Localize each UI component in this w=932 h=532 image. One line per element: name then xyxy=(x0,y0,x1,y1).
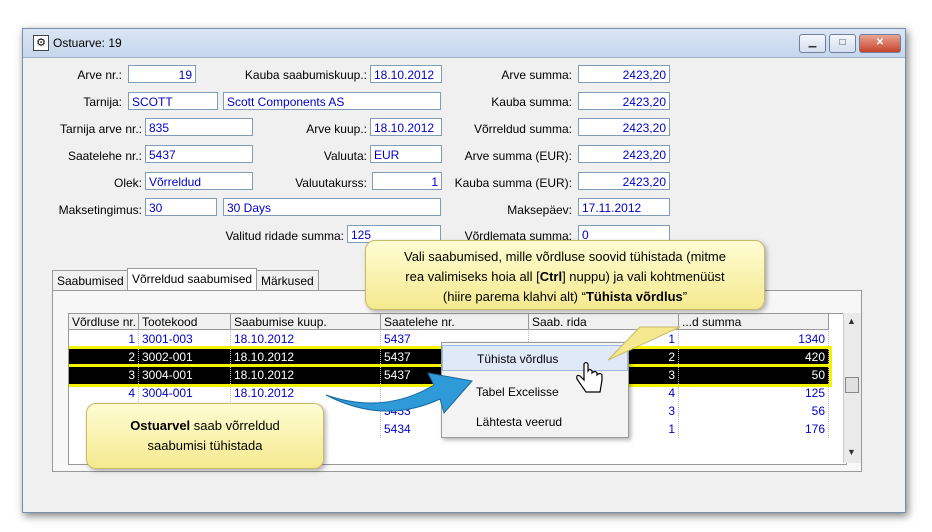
table-cell-summa: 56 xyxy=(679,403,829,420)
gear-icon: ⚙ xyxy=(33,35,49,51)
vorreldud-summa-label: Võrreldud summa: xyxy=(473,122,572,136)
hand-cursor-icon xyxy=(576,362,603,393)
tarnija-name-field[interactable]: Scott Components AS xyxy=(223,92,441,110)
kauba-saab-field[interactable]: 18.10.2012 xyxy=(370,65,442,83)
scroll-down-icon[interactable]: ▼ xyxy=(847,447,856,457)
tab-saabumised[interactable]: Saabumised xyxy=(52,270,129,291)
arve-summa-label: Arve summa: xyxy=(501,68,572,82)
column-header-saabumise-kuup[interactable]: Saabumise kuup. xyxy=(231,314,381,330)
saatelehe-field[interactable]: 5437 xyxy=(145,145,253,163)
info-callout: Ostuarvel saab võrreldud saabumisi tühis… xyxy=(86,403,324,469)
callout-text: ” xyxy=(682,289,688,304)
table-cell-kood: 3004-001 xyxy=(139,367,231,384)
olek-field[interactable]: Võrreldud xyxy=(145,172,253,190)
callout-line-1: Vali saabumised, mille võrdluse soovid t… xyxy=(403,249,726,264)
olek-label: Olek: xyxy=(113,176,142,190)
blue-arrow-icon xyxy=(325,372,473,415)
maksepaev-field[interactable]: 17.11.2012 xyxy=(578,198,670,216)
table-cell-kood: 3001-003 xyxy=(139,331,231,348)
kauba-summa-eur-label: Kauba summa (EUR): xyxy=(454,176,572,190)
valuutakurss-field[interactable]: 1 xyxy=(372,172,442,190)
maksetingimus-name-field[interactable]: 30 Days xyxy=(223,198,441,216)
table-cell-summa: 50 xyxy=(679,367,829,384)
minimize-button[interactable]: ▁ xyxy=(799,34,826,53)
table-cell-nr: 3 xyxy=(69,367,139,384)
tarnija-code-field[interactable]: SCOTT xyxy=(128,92,218,110)
maksepaev-label: Maksepäev: xyxy=(507,203,572,217)
info-callout-text: saab võrreldud xyxy=(190,418,280,433)
scroll-thumb[interactable] xyxy=(845,377,859,393)
table-cell-summa: 176 xyxy=(679,421,829,438)
column-header-saatelehe-nr[interactable]: Saatelehe nr. xyxy=(381,314,529,330)
maximize-button[interactable]: □ xyxy=(829,34,856,53)
tarnija-arve-label: Tarnija arve nr.: xyxy=(59,122,142,136)
arve-kuup-field[interactable]: 18.10.2012 xyxy=(370,118,442,136)
info-callout-bold: Ostuarvel xyxy=(130,418,191,433)
valuutakurss-label: Valuutakurss: xyxy=(295,176,367,190)
kauba-saab-label: Kauba saabumiskuup.: xyxy=(244,68,367,82)
window-title: Ostuarve: 19 xyxy=(53,36,122,50)
valuuta-label: Valuuta: xyxy=(323,149,367,163)
valuuta-field[interactable]: EUR xyxy=(370,145,442,163)
saatelehe-label: Saatelehe nr.: xyxy=(67,149,142,163)
kauba-summa-eur-field[interactable]: 2423,20 xyxy=(578,172,670,190)
maksetingimus-label: Maksetingimus: xyxy=(58,203,142,217)
valitud-summa-label: Valitud ridade summa: xyxy=(225,229,345,243)
info-callout-line-2: saabumisi tühistada xyxy=(147,438,263,453)
callout-pointer-icon xyxy=(607,326,681,361)
tarnija-arve-field[interactable]: 835 xyxy=(145,118,253,136)
tab-markused[interactable]: Märkused xyxy=(256,270,319,291)
instruction-callout: Vali saabumised, mille võrdluse soovid t… xyxy=(365,240,765,310)
column-header-tootekood[interactable]: Tootekood xyxy=(139,314,231,330)
callout-text: (hiire parema klahvi alt) “ xyxy=(442,289,586,304)
callout-ctrl-key: Ctrl xyxy=(539,269,563,284)
arve-nr-field[interactable]: 19 xyxy=(128,65,196,83)
callout-menu-name: Tühista võrdlus xyxy=(585,289,683,304)
close-button[interactable]: ✕ xyxy=(859,34,901,53)
table-cell-kuup: 18.10.2012 xyxy=(231,331,381,348)
callout-line-3: (hiire parema klahvi alt) “Tühista võrdl… xyxy=(366,287,764,307)
column-header-vordluse-nr[interactable]: Võrdluse nr. xyxy=(69,314,139,330)
table-cell-nr: 2 xyxy=(69,349,139,366)
table-cell-nr: 4 xyxy=(69,385,139,402)
tab-vorreldud-saabumised[interactable]: Võrreldud saabumised xyxy=(127,268,258,291)
arve-nr-label: Arve nr.: xyxy=(77,68,122,82)
arve-summa-eur-field[interactable]: 2423,20 xyxy=(578,145,670,163)
vorreldud-summa-field[interactable]: 2423,20 xyxy=(578,118,670,136)
callout-text: rea valimiseks hoia all [ xyxy=(405,269,540,284)
arve-summa-eur-label: Arve summa (EUR): xyxy=(464,149,572,163)
arve-kuup-label: Arve kuup.: xyxy=(306,122,367,136)
kauba-summa-label: Kauba summa: xyxy=(491,95,572,109)
info-callout-line-1: Ostuarvel saab võrreldud xyxy=(87,416,323,436)
table-cell-summa: 125 xyxy=(679,385,829,402)
table-cell-nr: 1 xyxy=(69,331,139,348)
arve-summa-field[interactable]: 2423,20 xyxy=(578,65,670,83)
tarnija-label: Tarnija: xyxy=(83,95,122,109)
table-cell-kood: 3004-001 xyxy=(139,385,231,402)
callout-text: ] nuppu) ja vali kohtmenüüst xyxy=(562,269,725,284)
maksetingimus-code-field[interactable]: 30 xyxy=(145,198,217,216)
scroll-up-icon[interactable]: ▲ xyxy=(847,316,856,326)
callout-line-2: rea valimiseks hoia all [Ctrl] nuppu) ja… xyxy=(366,267,764,287)
table-cell-kood: 3002-001 xyxy=(139,349,231,366)
title-bar: ⚙ Ostuarve: 19 ▁ □ ✕ xyxy=(23,29,905,58)
grid-scrollbar[interactable]: ▲ ▼ xyxy=(843,313,861,463)
kauba-summa-field[interactable]: 2423,20 xyxy=(578,92,670,110)
